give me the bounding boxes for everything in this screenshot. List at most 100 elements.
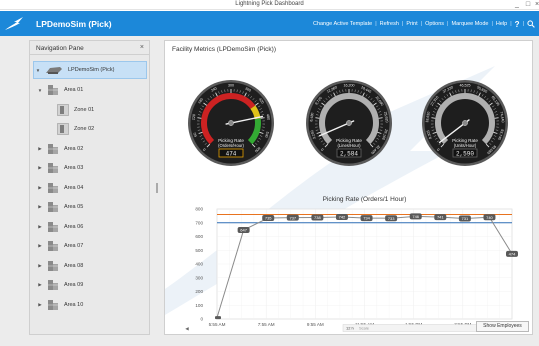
app-name: LPDemoSim (Pick) [36, 19, 112, 29]
tree-item-area-02[interactable]: ▶ Area 02 [36, 141, 83, 157]
tree-item-label: Area 04 [64, 184, 84, 191]
navigation-pane-header: Navigation Pane × [30, 41, 149, 55]
tree-item-area-06[interactable]: ▶ Area 06 [36, 219, 83, 235]
x-tick-label: 7:55 AM [258, 322, 275, 327]
tree-item-label: Area 10 [64, 301, 84, 308]
tree-item-label: Zone 02 [74, 126, 95, 132]
area-icon [48, 163, 58, 173]
window-title-bar: Lightning Pick Dashboard _ □ × [0, 0, 539, 10]
tree-item-label: Area 07 [64, 243, 84, 249]
tree-item-label: Area 08 [64, 262, 84, 269]
scroll-left-arrow[interactable]: ◀ [185, 326, 189, 331]
options-link[interactable]: Options [425, 21, 444, 27]
data-label: 733 [388, 216, 395, 221]
expand-icon[interactable]: ▶ [36, 263, 44, 269]
y-tick-label: 200 [195, 289, 203, 294]
app-header: LPDemoSim (Pick) Change Active Template … [0, 11, 539, 36]
area-icon [48, 280, 58, 290]
data-label: 474 [509, 251, 516, 256]
gauge-unit: (Lines/Hour) [337, 143, 361, 148]
show-employees-button[interactable]: Show Employees [476, 321, 529, 332]
gauge-hub [228, 120, 234, 126]
y-tick-label: 500 [195, 248, 203, 253]
area-icon [48, 85, 58, 95]
data-label: 742 [339, 215, 346, 220]
tree-item-zone-01[interactable]: Zone 01 [50, 102, 94, 118]
data-label: 647 [240, 228, 247, 233]
pane-splitter[interactable] [155, 40, 159, 335]
y-tick-label: 700 [195, 220, 203, 225]
area-icon [48, 182, 58, 193]
gauge-tick [260, 117, 265, 119]
expand-icon[interactable]: ▶ [36, 282, 44, 288]
data-label: 740 [486, 215, 493, 220]
lines-per-hour-gauge: 03,2406,4809,72012,960 16,200 19,44022,680… [306, 80, 392, 166]
tree-item-area-10[interactable]: ▶ Area 10 [36, 297, 83, 313]
collapse-icon[interactable]: ▼ [36, 88, 44, 93]
lightning-logo-icon [5, 17, 23, 30]
help-question-icon[interactable]: ? [515, 20, 520, 29]
y-tick-label: 300 [195, 275, 203, 280]
data-label: 737 [289, 215, 296, 220]
gauge-readout: 2,584 [340, 150, 358, 157]
expand-icon[interactable]: ▶ [36, 302, 44, 308]
data-label: 741 [437, 215, 444, 220]
x-tick-label: 5:55 AM [209, 322, 226, 327]
tree-item-area-04[interactable]: ▶ Area 04 [36, 180, 83, 196]
tree-root-lpdemosim[interactable]: ▼ LPDemoSim (Pick) [33, 61, 147, 79]
tree-item-zone-02[interactable]: Zone 02 [50, 121, 94, 137]
tree-item-area-09[interactable]: ▶ Area 09 [36, 277, 83, 293]
area-icon [48, 143, 58, 154]
collapse-icon[interactable]: ▼ [34, 68, 42, 73]
close-pane-button[interactable]: × [140, 44, 144, 51]
expand-icon[interactable]: ▶ [36, 185, 44, 191]
tree-item-label: Area 09 [64, 282, 84, 288]
expand-icon[interactable]: ▶ [36, 165, 44, 171]
y-tick-label: 400 [195, 262, 203, 267]
expand-icon[interactable]: ▶ [36, 146, 44, 152]
area-icon [48, 241, 58, 251]
gauge-tick-label: 46,525 [460, 83, 471, 87]
data-point [215, 316, 221, 320]
close-window-button[interactable]: × [531, 0, 539, 10]
tree-item-area-03[interactable]: ▶ Area 03 [36, 160, 83, 176]
tree-item-label: Area 05 [64, 204, 84, 210]
marquee-mode-link[interactable]: Marquee Mode [451, 21, 488, 27]
expand-icon[interactable]: ▶ [36, 224, 44, 230]
gauge-tick [315, 117, 320, 119]
area-icon [48, 202, 58, 212]
refresh-link[interactable]: Refresh [380, 21, 399, 27]
chart-title: Picking Rate (Orders/1 Hour) [323, 196, 407, 203]
picking-rate-chart: Picking Rate (Orders/1 Hour) 5:55 AM 7:55 … [185, 196, 521, 332]
area-icon [48, 260, 58, 271]
gauge-hub [462, 120, 468, 126]
print-link[interactable]: Print [406, 21, 417, 27]
gauge-tick-label: 300 [228, 83, 234, 87]
gauge-hub [346, 120, 352, 126]
tree-item-area-07[interactable]: ▶ Area 07 [36, 238, 83, 254]
gauge-readout: 2,590 [456, 150, 474, 157]
gauge-tick-label: 16,200 [344, 83, 355, 87]
gauge-unit: (Units/Hour) [454, 143, 477, 148]
change-template-link[interactable]: Change Active Template [313, 21, 372, 27]
search-icon[interactable] [527, 20, 535, 28]
tree-item-area-01[interactable]: ▼ Area 01 [36, 82, 83, 98]
tree-item-area-08[interactable]: ▶ Area 08 [36, 258, 83, 274]
toolbar: Change Active Template | Refresh | Print… [313, 19, 535, 29]
data-label: 734 [363, 216, 370, 221]
y-tick-label: 100 [195, 303, 203, 308]
gauge-tick [197, 117, 202, 119]
tree-item-label: Zone 01 [74, 106, 95, 113]
area-icon [48, 299, 58, 310]
forklift-site-icon [46, 67, 62, 74]
help-link[interactable]: Help [496, 21, 507, 27]
y-tick-label: 0 [200, 317, 203, 322]
gauge-tick [378, 117, 383, 119]
expand-icon[interactable]: ▶ [36, 204, 44, 210]
data-label: 735 [265, 216, 272, 221]
zone-icon [57, 123, 69, 135]
tree-item-area-05[interactable]: ▶ Area 05 [36, 199, 83, 215]
expand-icon[interactable]: ▶ [36, 243, 44, 249]
gauge-unit: (Orders/Hour) [218, 143, 244, 148]
scale-label: Scale [359, 326, 370, 331]
